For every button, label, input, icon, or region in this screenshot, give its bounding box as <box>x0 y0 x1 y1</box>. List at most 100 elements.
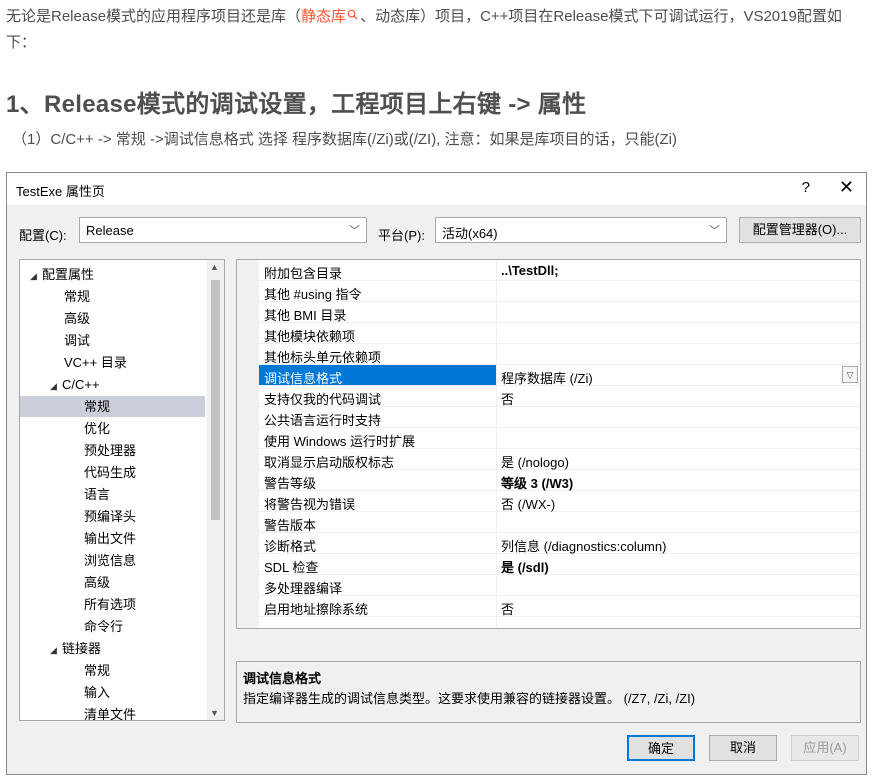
tree-item-label: 高级 <box>84 575 111 590</box>
tree-item-label: 常规 <box>84 663 111 678</box>
tree-item[interactable]: 命令行 <box>20 616 205 637</box>
property-pages-dialog: TestExe 属性页 ? ✕ 配置(C): Release ﹀ 平台(P): … <box>6 172 867 775</box>
tree-item-label: C/C++ <box>62 377 100 392</box>
platform-label: 平台(P): <box>378 228 425 243</box>
property-value[interactable]: 否 (/WX-) <box>501 494 555 513</box>
property-value[interactable]: 程序数据库 (/Zi) <box>501 368 593 387</box>
tree-item[interactable]: 高级 <box>20 308 205 329</box>
property-name: 启用地址擦除系统 <box>264 602 369 617</box>
property-value[interactable]: 是 (/nologo) <box>501 452 569 471</box>
cancel-button[interactable]: 取消 <box>709 735 777 761</box>
tree-item[interactable]: 调试 <box>20 330 205 351</box>
property-value[interactable]: 否 <box>501 389 514 408</box>
property-row[interactable]: 公共语言运行时支持 <box>259 407 860 428</box>
property-row[interactable]: 其他模块依赖项 <box>259 323 860 344</box>
property-name: SDL 检查 <box>264 560 319 575</box>
tree-item[interactable]: 清单文件 <box>20 704 205 720</box>
column-divider[interactable] <box>496 260 497 628</box>
expand-triangle-icon[interactable]: ◢ <box>50 640 62 661</box>
tree-item-label: 语言 <box>84 487 111 502</box>
property-name: 取消显示启动版权标志 <box>264 455 395 470</box>
property-value[interactable]: 等级 3 (/W3) <box>501 473 573 492</box>
property-grid[interactable]: 附加包含目录 ..\TestDll; 其他 #using 指令 其他 BMI 目录 其他… <box>236 259 861 629</box>
tree-item[interactable]: 语言 <box>20 484 205 505</box>
property-row[interactable]: 将警告视为错误 否 (/WX-) <box>259 491 860 512</box>
expand-triangle-icon[interactable]: ◢ <box>30 266 42 287</box>
description-title: 调试信息格式 <box>243 671 322 686</box>
close-icon[interactable]: ✕ <box>839 177 854 198</box>
tree-item[interactable]: ◢ 链接器 <box>20 638 205 659</box>
platform-select[interactable]: 活动(x64) ﹀ <box>435 217 727 243</box>
property-row[interactable]: 附加包含目录 ..\TestDll; <box>259 260 860 281</box>
expand-triangle-icon[interactable]: ◢ <box>50 376 62 397</box>
config-label: 配置(C): <box>19 228 67 243</box>
tree-item[interactable]: 常规 <box>20 396 205 417</box>
scroll-down-icon[interactable]: ▼ <box>210 708 219 718</box>
config-select[interactable]: Release ﹀ <box>79 217 367 243</box>
tree-item-label: 常规 <box>84 399 111 414</box>
property-name: 其他模块依赖项 <box>264 329 356 344</box>
tree-item-label: 代码生成 <box>84 465 137 480</box>
property-row[interactable]: 其他 BMI 目录 <box>259 302 860 323</box>
tree-item[interactable]: 常规 <box>20 286 205 307</box>
tree-scrollbar[interactable]: ▲ ▼ <box>207 260 224 720</box>
property-name: 其他标头单元依赖项 <box>264 350 382 365</box>
tree-item[interactable]: VC++ 目录 <box>20 352 205 373</box>
property-row[interactable]: 其他标头单元依赖项 <box>259 344 860 365</box>
static-lib-link[interactable]: 静态库 <box>301 8 346 25</box>
tree-item[interactable]: 代码生成 <box>20 462 205 483</box>
property-row[interactable]: 警告版本 <box>259 512 860 533</box>
scroll-thumb[interactable] <box>211 280 220 520</box>
property-value[interactable]: 是 (/sdl) <box>501 557 549 576</box>
property-value[interactable]: 列信息 (/diagnostics:column) <box>501 536 666 555</box>
property-name: 警告等级 <box>264 476 317 491</box>
property-value[interactable]: ..\TestDll; <box>501 263 559 278</box>
tree-item-label: 所有选项 <box>84 597 137 612</box>
property-value[interactable]: 否 <box>501 599 514 618</box>
property-row[interactable]: 取消显示启动版权标志 是 (/nologo) <box>259 449 860 470</box>
property-name: 支持仅我的代码调试 <box>264 392 382 407</box>
property-row[interactable]: 调试信息格式 程序数据库 (/Zi) ▽ <box>259 365 860 386</box>
property-row[interactable]: 警告等级 等级 3 (/W3) <box>259 470 860 491</box>
chevron-down-icon: ﹀ <box>349 225 360 237</box>
step-text: （1）C/C++ -> 常规 ->调试信息格式 选择 程序数据库(/Zi)或(/… <box>12 131 678 148</box>
property-name: 诊断格式 <box>264 539 317 554</box>
tree-item[interactable]: 所有选项 <box>20 594 205 615</box>
tree-item[interactable]: 输入 <box>20 682 205 703</box>
tree-item[interactable]: 高级 <box>20 572 205 593</box>
help-button[interactable]: ? <box>802 179 810 196</box>
tree-item[interactable]: 浏览信息 <box>20 550 205 571</box>
property-row[interactable]: 多处理器编译 <box>259 575 860 596</box>
chevron-down-icon[interactable]: ▽ <box>842 366 858 383</box>
property-name: 调试信息格式 <box>264 371 343 386</box>
tree-item[interactable]: ◢ 配置属性 <box>20 264 205 285</box>
tree-item[interactable]: 预编译头 <box>20 506 205 527</box>
tree-item[interactable]: ◢ C/C++ <box>20 374 205 395</box>
apply-button[interactable]: 应用(A) <box>791 735 859 761</box>
tree-item[interactable]: 常规 <box>20 660 205 681</box>
property-row[interactable]: 启用地址擦除系统 否 <box>259 596 860 617</box>
property-name: 使用 Windows 运行时扩展 <box>264 434 415 449</box>
tree-item[interactable]: 输出文件 <box>20 528 205 549</box>
tree-item-label: 调试 <box>64 333 91 348</box>
ok-button[interactable]: 确定 <box>627 735 695 761</box>
config-value: Release <box>86 223 134 238</box>
property-row[interactable]: SDL 检查 是 (/sdl) <box>259 554 860 575</box>
description-panel: 调试信息格式 指定编译器生成的调试信息类型。这要求使用兼容的链接器设置。 (/Z… <box>236 661 861 723</box>
config-manager-button[interactable]: 配置管理器(O)... <box>739 217 861 243</box>
search-icon[interactable] <box>347 9 358 20</box>
property-row[interactable]: 支持仅我的代码调试 否 <box>259 386 860 407</box>
chevron-down-icon: ﹀ <box>709 225 720 237</box>
category-tree[interactable]: ◢ 配置属性 常规 高级 调试 VC++ 目录 ◢ C/C++ 常规 优化 预处理器 代码生成 语言 预编… <box>19 259 225 721</box>
property-row[interactable]: 其他 #using 指令 <box>259 281 860 302</box>
property-name: 其他 BMI 目录 <box>264 308 347 323</box>
tree-item[interactable]: 优化 <box>20 418 205 439</box>
tree-item-label: 预编译头 <box>84 509 137 524</box>
property-row[interactable]: 诊断格式 列信息 (/diagnostics:column) <box>259 533 860 554</box>
property-row[interactable]: 使用 Windows 运行时扩展 <box>259 428 860 449</box>
tree-item-label: 配置属性 <box>42 267 95 282</box>
scroll-up-icon[interactable]: ▲ <box>210 262 219 272</box>
tree-item[interactable]: 预处理器 <box>20 440 205 461</box>
tree-item-label: 命令行 <box>84 619 124 634</box>
tree-item-label: 优化 <box>84 421 111 436</box>
